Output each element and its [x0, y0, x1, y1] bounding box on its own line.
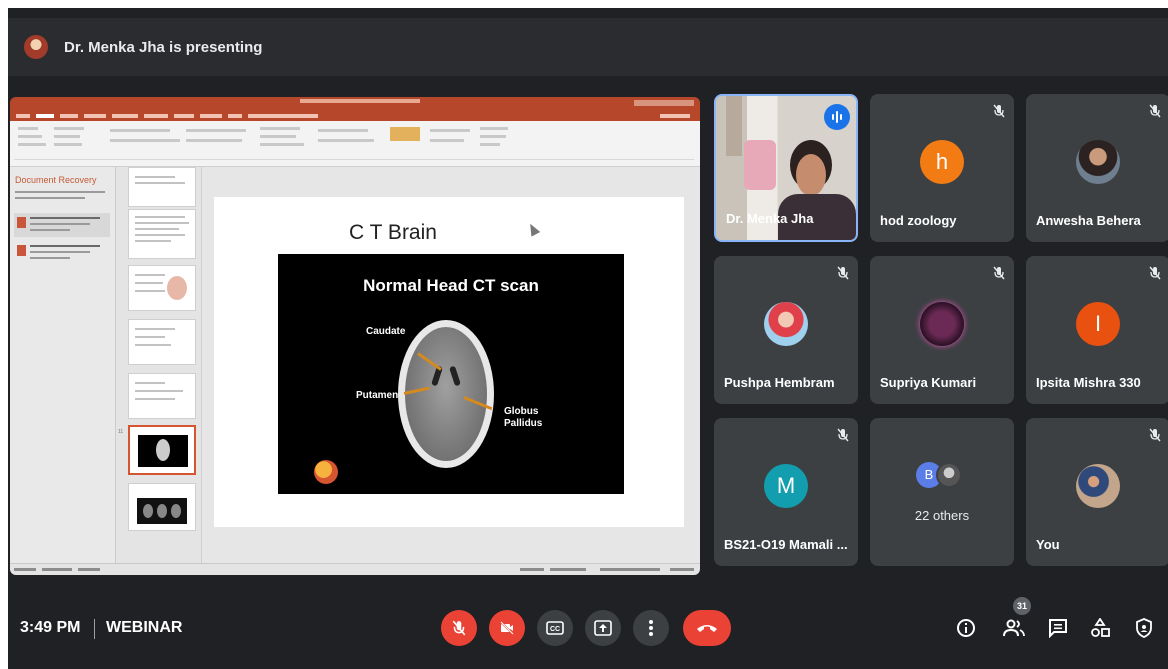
avatar: M	[764, 464, 808, 508]
camera-toggle-button[interactable]	[489, 610, 525, 646]
participant-name: You	[1036, 537, 1060, 552]
meet-window: Dr. Menka Jha is presenting Document Rec…	[8, 8, 1168, 669]
activities-icon	[1091, 618, 1110, 637]
participant-tile-presenter[interactable]: Dr. Menka Jha	[714, 94, 858, 242]
participant-name: Dr. Menka Jha	[726, 211, 814, 226]
more-options-button[interactable]	[633, 610, 669, 646]
slide-thumbnail[interactable]	[128, 483, 196, 531]
avatar	[920, 302, 964, 346]
participant-tile[interactable]: Supriya Kumari	[870, 256, 1014, 404]
presenting-text: Dr. Menka Jha is presenting	[64, 38, 263, 56]
svg-text:CC: CC	[550, 626, 560, 633]
participant-name: hod zoology	[880, 213, 957, 228]
slide-thumbnail[interactable]	[128, 167, 196, 207]
captions-icon: CC	[546, 621, 564, 635]
mic-off-icon	[1149, 104, 1161, 118]
participant-name: BS21-O19 Mamali ...	[724, 537, 848, 552]
slide-thumbnail-selected[interactable]	[128, 425, 196, 475]
host-controls-button[interactable]	[1128, 610, 1160, 646]
label-globus-pallidus: Globus Pallidus	[504, 406, 543, 429]
avatar: I	[1076, 302, 1120, 346]
slide-canvas: C T Brain Normal Head CT scan Caudate Pu…	[202, 167, 700, 563]
participant-name: Pushpa Hembram	[724, 375, 835, 390]
label-putamen: Putamen	[356, 390, 399, 401]
participant-tile[interactable]: Anwesha Behera	[1026, 94, 1168, 242]
people-button[interactable]	[998, 610, 1030, 646]
ppt-title-bar	[10, 97, 700, 111]
ct-heading: Normal Head CT scan	[363, 276, 539, 295]
participant-tile[interactable]: Pushpa Hembram	[714, 256, 858, 404]
recovered-file-item[interactable]	[14, 241, 110, 265]
chat-button[interactable]	[1042, 610, 1074, 646]
participant-tile[interactable]: h hod zoology	[870, 94, 1014, 242]
slide-thumbnail[interactable]	[128, 265, 196, 311]
participant-tile-others[interactable]: B 22 others	[870, 418, 1014, 566]
present-screen-icon	[594, 620, 612, 636]
mic-toggle-button[interactable]	[441, 610, 477, 646]
ppt-ribbon-tabs	[10, 111, 700, 121]
brain-tissue	[405, 327, 487, 461]
participant-name: Ipsita Mishra 330	[1036, 375, 1141, 390]
avatar: h	[920, 140, 964, 184]
speaking-indicator-icon	[824, 104, 850, 130]
divider	[94, 619, 95, 639]
presenting-bar: Dr. Menka Jha is presenting	[8, 18, 1168, 76]
avatar	[1076, 464, 1120, 508]
control-bar: 3:49 PM WEBINAR CC 31	[8, 593, 1168, 669]
current-slide: C T Brain Normal Head CT scan Caudate Pu…	[214, 197, 684, 527]
end-call-icon	[697, 625, 717, 632]
mic-off-icon	[452, 620, 466, 636]
chat-icon	[1049, 619, 1067, 638]
participant-name: Supriya Kumari	[880, 375, 977, 390]
shared-screen[interactable]: Document Recovery 11 C T Brain Normal He…	[10, 97, 700, 575]
meeting-details-button[interactable]	[950, 610, 982, 646]
clock: 3:49 PM	[20, 619, 81, 636]
avatar	[1076, 140, 1120, 184]
mic-off-icon	[1149, 266, 1161, 280]
presenter-avatar	[24, 35, 48, 59]
shield-icon	[1136, 618, 1152, 638]
slide-thumbnail[interactable]	[128, 319, 196, 365]
ppt-ribbon	[10, 121, 700, 167]
info-icon	[957, 619, 975, 637]
mic-off-icon	[993, 104, 1005, 118]
participant-tile[interactable]: M BS21-O19 Mamali ...	[714, 418, 858, 566]
mic-off-icon	[993, 266, 1005, 280]
logo-icon	[314, 460, 338, 484]
ct-scan-image: Normal Head CT scan Caudate Putamen Glob…	[278, 254, 624, 494]
captions-button[interactable]: CC	[537, 610, 573, 646]
document-recovery-pane: Document Recovery	[10, 167, 116, 563]
present-button[interactable]	[585, 610, 621, 646]
leave-call-button[interactable]	[683, 610, 731, 646]
avatar	[936, 462, 962, 488]
recovery-title: Document Recovery	[15, 175, 97, 185]
participant-tile[interactable]: I Ipsita Mishra 330	[1026, 256, 1168, 404]
ppt-status-bar	[10, 563, 700, 575]
label-caudate: Caudate	[366, 326, 406, 337]
avatar	[764, 302, 808, 346]
mic-off-icon	[1149, 428, 1161, 442]
participant-name: Anwesha Behera	[1036, 213, 1141, 228]
mic-off-icon	[837, 266, 849, 280]
mic-off-icon	[837, 428, 849, 442]
slide-thumbnail[interactable]	[128, 373, 196, 419]
camera-off-icon	[500, 621, 514, 635]
participant-tile-self[interactable]: You	[1026, 418, 1168, 566]
others-count: 22 others	[914, 508, 970, 523]
activities-button[interactable]	[1084, 610, 1116, 646]
recovered-file-item[interactable]	[14, 213, 110, 237]
more-vert-icon	[649, 620, 653, 636]
slide-title: C T Brain	[349, 221, 437, 244]
meeting-name: WEBINAR	[106, 619, 183, 636]
people-icon	[1003, 619, 1025, 637]
